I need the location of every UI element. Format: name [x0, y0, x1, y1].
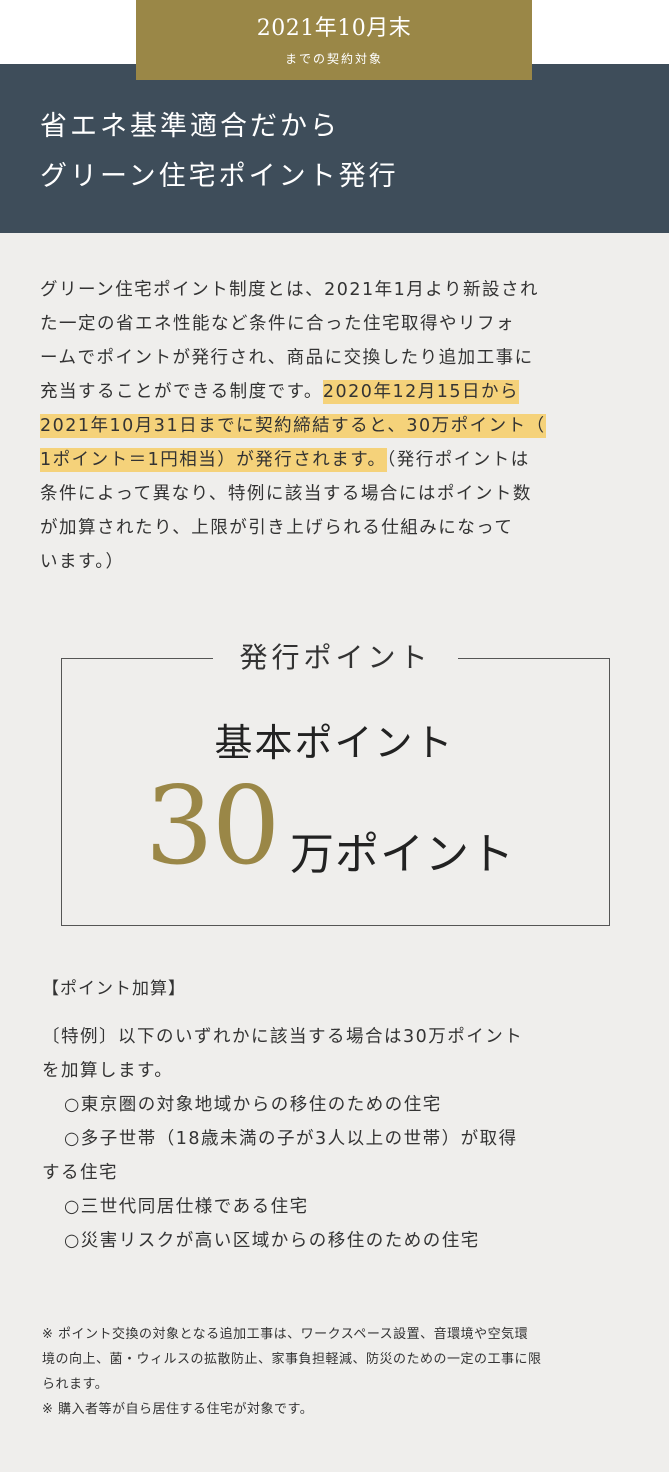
badge-date: 2021年10月末: [256, 16, 412, 41]
points-box-title: 発行ポイント: [213, 636, 458, 680]
footnote-line: ※ 購入者等が自ら居住する住宅が対象です。: [42, 1402, 314, 1417]
intro-line: 条件によって異なり、特例に該当する場合にはポイント数: [40, 484, 532, 504]
header-title-line-1: 省エネ基準適合だから: [40, 111, 340, 142]
intro-line: た一定の省エネ性能など条件に合った住宅取得やリフォ: [40, 314, 515, 334]
list-item: ○災害リスクが高い区域からの移住のための住宅: [64, 1231, 480, 1251]
intro-line: 充当することができる制度です。2020年12月15日から: [40, 375, 640, 409]
footnote-line: られます。: [42, 1377, 109, 1392]
footnote-line: 境の向上、菌・ウィルスの拡散防止、家事負担軽減、防災のための一定の工事に限: [42, 1352, 542, 1367]
highlight-text: 2021年10月31日までに契約締結すると、30万ポイント（: [40, 414, 546, 438]
highlight-text: 1ポイント＝1円相当）が発行されます。: [40, 448, 387, 472]
deadline-badge: 2021年10月末 までの契約対象: [136, 0, 532, 80]
points-box: [61, 658, 610, 926]
intro-text: （発行ポイントは: [386, 450, 530, 470]
bonus-list: 〔特例〕以下のいずれかに該当する場合は30万ポイント を加算します。 ○東京圏の…: [42, 1020, 642, 1258]
list-item: ○三世代同居仕様である住宅: [64, 1197, 309, 1217]
list-item: ○多子世帯（18歳未満の子が3人以上の世帯）が取得: [64, 1129, 518, 1149]
header-title-line-2: グリーン住宅ポイント発行: [40, 161, 399, 192]
intro-line: 2021年10月31日までに契約締結すると、30万ポイント（: [40, 409, 640, 443]
badge-caption: までの契約対象: [284, 52, 383, 66]
intro-line: グリーン住宅ポイント制度とは、2021年1月より新設され: [40, 280, 539, 300]
basic-points-label: 基本ポイント: [214, 721, 455, 765]
points-unit: 万ポイント: [290, 829, 515, 880]
intro-line: ームでポイントが発行され、商品に交換したり追加工事に: [40, 348, 534, 368]
list-item-continuation: する住宅: [42, 1163, 118, 1183]
intro-line: が加算されたり、上限が引き上げられる仕組みになって: [40, 518, 514, 538]
highlight-text: 2020年12月15日から: [322, 380, 519, 404]
intro-line: 1ポイント＝1円相当）が発行されます。（発行ポイントは: [40, 443, 640, 477]
list-item: ○東京圏の対象地域からの移住のための住宅: [64, 1095, 442, 1115]
intro-paragraph: グリーン住宅ポイント制度とは、2021年1月より新設され た一定の省エネ性能など…: [40, 273, 640, 579]
footnotes: ※ ポイント交換の対象となる追加工事は、ワークスペース設置、音環境や空気環 境の…: [42, 1322, 642, 1422]
section-header: 省エネ基準適合だから グリーン住宅ポイント発行: [0, 64, 669, 233]
bonus-line: を加算します。: [42, 1061, 174, 1081]
intro-line: います。）: [40, 552, 125, 572]
footnote-line: ※ ポイント交換の対象となる追加工事は、ワークスペース設置、音環境や空気環: [42, 1327, 529, 1342]
bonus-line: 〔特例〕以下のいずれかに該当する場合は30万ポイント: [42, 1027, 524, 1047]
points-number: 30: [145, 764, 280, 889]
bonus-heading: 【ポイント加算】: [42, 979, 186, 999]
intro-text: 充当することができる制度です。: [40, 382, 323, 402]
